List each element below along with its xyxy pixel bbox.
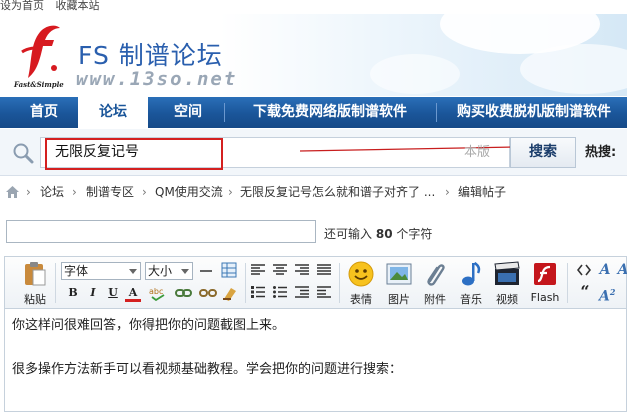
nav-forum[interactable]: 论坛 <box>78 94 148 128</box>
unlink-icon[interactable] <box>199 285 217 301</box>
paste-icon <box>25 262 46 286</box>
justify-icon[interactable] <box>317 264 331 276</box>
underline-button[interactable]: U <box>105 285 121 301</box>
post-editor[interactable]: 你这样问很难回答，你得把你的问题截图上来。 很多操作方法新手可以看视频基础教程。… <box>4 308 627 412</box>
nav-space[interactable]: 空间 <box>155 97 221 128</box>
attach-label: 附件 <box>424 293 446 306</box>
align-right-icon[interactable] <box>295 264 309 276</box>
toolbar-separator <box>245 263 246 303</box>
remaining-count: 80 <box>375 227 393 241</box>
smiley-icon <box>348 261 374 287</box>
music-label: 音乐 <box>460 293 482 306</box>
link-icon[interactable] <box>175 285 193 301</box>
font-style-a2-icon[interactable]: A <box>615 262 627 278</box>
flash-icon <box>534 263 556 285</box>
emoticon-button[interactable]: 表情 <box>345 261 377 307</box>
editor-toolbar: 粘贴 字体 大小 B I U A abc 表情 图片 附件 音乐 视频 Flas… <box>4 256 627 308</box>
search-icon <box>13 143 34 164</box>
cloud-decoration <box>520 44 627 94</box>
breadcrumb-separator: › <box>228 185 233 199</box>
clapperboard-icon <box>494 261 520 285</box>
svg-text:abc: abc <box>149 287 163 296</box>
font-select[interactable]: 字体 <box>61 262 141 280</box>
main-nav: 首页 论坛 空间 下载免费网络版制谱软件 购买收费脱机版制谱软件 <box>0 94 627 128</box>
align-center-icon[interactable] <box>273 264 287 276</box>
breadcrumb-separator: › <box>445 185 450 199</box>
font-select-value: 字体 <box>64 264 89 278</box>
align-left-icon[interactable] <box>251 264 265 276</box>
flash-label: Flash <box>530 291 560 304</box>
nav-separator <box>224 103 225 122</box>
emoticon-label: 表情 <box>350 293 372 306</box>
breadcrumb-section[interactable]: 制谱专区 <box>86 180 134 204</box>
video-button[interactable]: 视频 <box>491 261 523 307</box>
horizontal-rule-icon[interactable] <box>199 265 213 277</box>
breadcrumb-separator: › <box>142 185 147 199</box>
home-icon[interactable] <box>6 186 19 198</box>
remaining-chars: 还可输入 80 个字符 <box>324 225 432 242</box>
search-button[interactable]: 搜索 <box>510 137 576 168</box>
bold-button[interactable]: B <box>65 285 81 301</box>
editor-line: 你这样问很难回答，你得把你的问题截图上来。 <box>12 318 286 333</box>
breadcrumb-board[interactable]: QM使用交流 <box>155 180 223 204</box>
italic-button[interactable]: I <box>85 285 101 301</box>
paperclip-icon <box>427 264 445 286</box>
image-label: 图片 <box>388 293 410 306</box>
size-select-value: 大小 <box>148 264 173 278</box>
quote-button[interactable]: “ <box>577 284 593 300</box>
breadcrumb-current: 编辑帖子 <box>458 185 507 199</box>
search-scope[interactable]: 本版 <box>464 137 490 168</box>
breadcrumb-thread[interactable]: 无限反复记号怎么就和谱子对齐了 ... <box>240 180 435 204</box>
music-button[interactable]: 音乐 <box>455 261 487 307</box>
nav-download-free[interactable]: 下载免费网络版制谱软件 <box>232 97 428 128</box>
post-title-input[interactable] <box>6 220 316 243</box>
remaining-suffix: 个字符 <box>396 227 433 241</box>
site-header: Fast&Simple FS 制谱论坛 www.13so.net <box>0 14 627 96</box>
flash-button[interactable]: Flash <box>527 261 563 307</box>
top-links: 设为首页 收藏本站 <box>0 0 627 14</box>
unordered-list-icon[interactable] <box>273 286 287 298</box>
breadcrumb-forum[interactable]: 论坛 <box>40 180 64 204</box>
cloud-decoration <box>370 54 460 94</box>
site-url: www.13so.net <box>76 68 238 90</box>
code-icon[interactable] <box>577 264 591 276</box>
editor-line: 很多操作方法新手可以看视频基础教程。学会把你的问题进行搜索： <box>12 362 403 377</box>
breadcrumb-separator: › <box>26 185 31 199</box>
logo-f-icon[interactable] <box>18 22 62 80</box>
remaining-prefix: 还可输入 <box>324 227 373 241</box>
breadcrumb: › 论坛 › 制谱专区 › QM使用交流 › 无限反复记号怎么就和谱子对齐了 .… <box>0 180 627 204</box>
ordered-list-icon[interactable] <box>251 286 265 298</box>
size-select[interactable]: 大小 <box>145 262 193 280</box>
annotation-arrow <box>300 145 524 152</box>
site-title: FS 制谱论坛 <box>78 41 223 70</box>
image-button[interactable]: 图片 <box>383 261 415 307</box>
toolbar-separator <box>567 263 568 303</box>
font-style-a-icon[interactable]: A <box>597 262 613 278</box>
spellcheck-icon[interactable]: abc <box>149 285 167 301</box>
indent-icon[interactable] <box>295 286 309 298</box>
toolbar-separator <box>339 263 340 303</box>
breadcrumb-separator: › <box>72 185 77 199</box>
hot-search-label: 热搜: <box>585 145 617 160</box>
nav-separator <box>436 103 437 122</box>
set-home-link[interactable]: 设为首页 <box>0 0 44 12</box>
toolbar-separator <box>55 263 56 303</box>
logo-tagline: Fast&Simple <box>14 80 64 89</box>
paste-button[interactable]: 粘贴 <box>21 261 49 307</box>
paste-label: 粘贴 <box>24 293 46 306</box>
search-bar: 无限反复记号 本版 搜索 热搜: <box>0 129 627 176</box>
outdent-icon[interactable] <box>317 286 331 298</box>
font-color-button[interactable]: A <box>125 285 141 302</box>
editor-blank-line <box>12 337 619 359</box>
bookmark-link[interactable]: 收藏本站 <box>56 0 100 12</box>
clear-format-icon[interactable] <box>221 285 239 301</box>
superscript-icon[interactable]: A2 <box>599 284 615 305</box>
video-label: 视频 <box>496 293 518 306</box>
nav-buy-offline[interactable]: 购买收费脱机版制谱软件 <box>444 97 624 128</box>
table-icon[interactable] <box>221 262 237 278</box>
nav-home[interactable]: 首页 <box>12 97 76 128</box>
image-icon <box>386 263 412 285</box>
music-note-icon <box>462 261 481 286</box>
attach-button[interactable]: 附件 <box>419 261 451 307</box>
